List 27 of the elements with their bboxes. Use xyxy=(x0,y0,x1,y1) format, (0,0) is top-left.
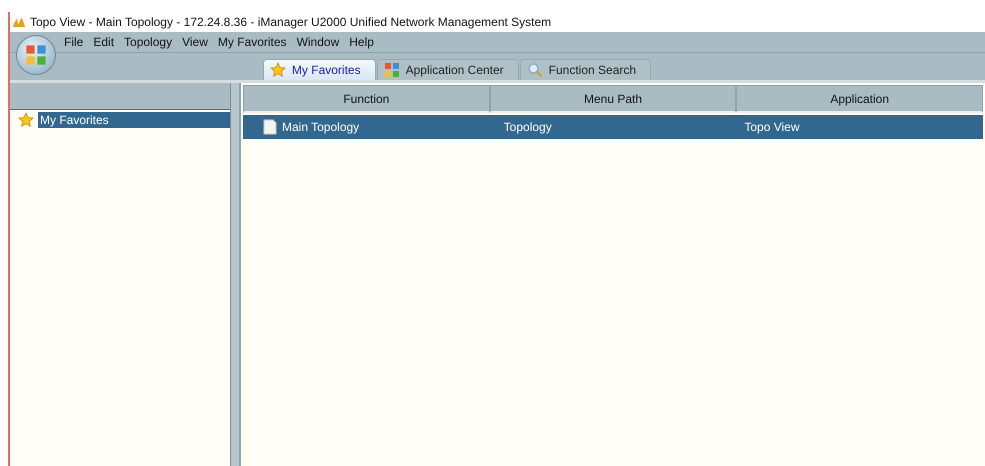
star-icon xyxy=(18,112,34,128)
menu-item[interactable]: Window xyxy=(296,34,340,50)
grid-icon xyxy=(25,44,47,66)
menu-item[interactable]: Edit xyxy=(93,34,114,50)
menu-item[interactable]: File xyxy=(64,34,84,50)
menu-item[interactable]: My Favorites xyxy=(218,34,287,50)
tree-item[interactable]: My Favorites xyxy=(38,112,230,128)
tab[interactable]: Application Center xyxy=(376,59,519,80)
tab[interactable]: Function Search xyxy=(520,59,652,80)
window-title: Topo View - Main Topology - 172.24.8.36 - iManager U2000 Unified Network Management System xyxy=(30,15,552,29)
menu-item[interactable]: View xyxy=(182,34,208,50)
table-cell: Topo View xyxy=(744,120,800,134)
menu-item[interactable]: Topology xyxy=(124,34,172,50)
table-row[interactable]: Main Topology Topology Topo View xyxy=(243,115,983,139)
column-header[interactable]: Menu Path xyxy=(490,85,736,113)
app-menu-button[interactable] xyxy=(16,35,56,75)
star-icon xyxy=(270,62,286,78)
table-cell: Main Topology xyxy=(282,120,360,134)
search-icon xyxy=(526,62,543,78)
flame-icon xyxy=(12,16,26,28)
menu-item[interactable]: Help xyxy=(349,34,374,50)
tab[interactable]: My Favorites xyxy=(262,59,376,80)
column-header[interactable]: Function xyxy=(243,85,490,113)
column-header[interactable]: Application xyxy=(736,85,984,113)
document-icon xyxy=(263,119,277,135)
grid-icon xyxy=(384,62,400,78)
table-cell: Topology xyxy=(504,120,552,134)
